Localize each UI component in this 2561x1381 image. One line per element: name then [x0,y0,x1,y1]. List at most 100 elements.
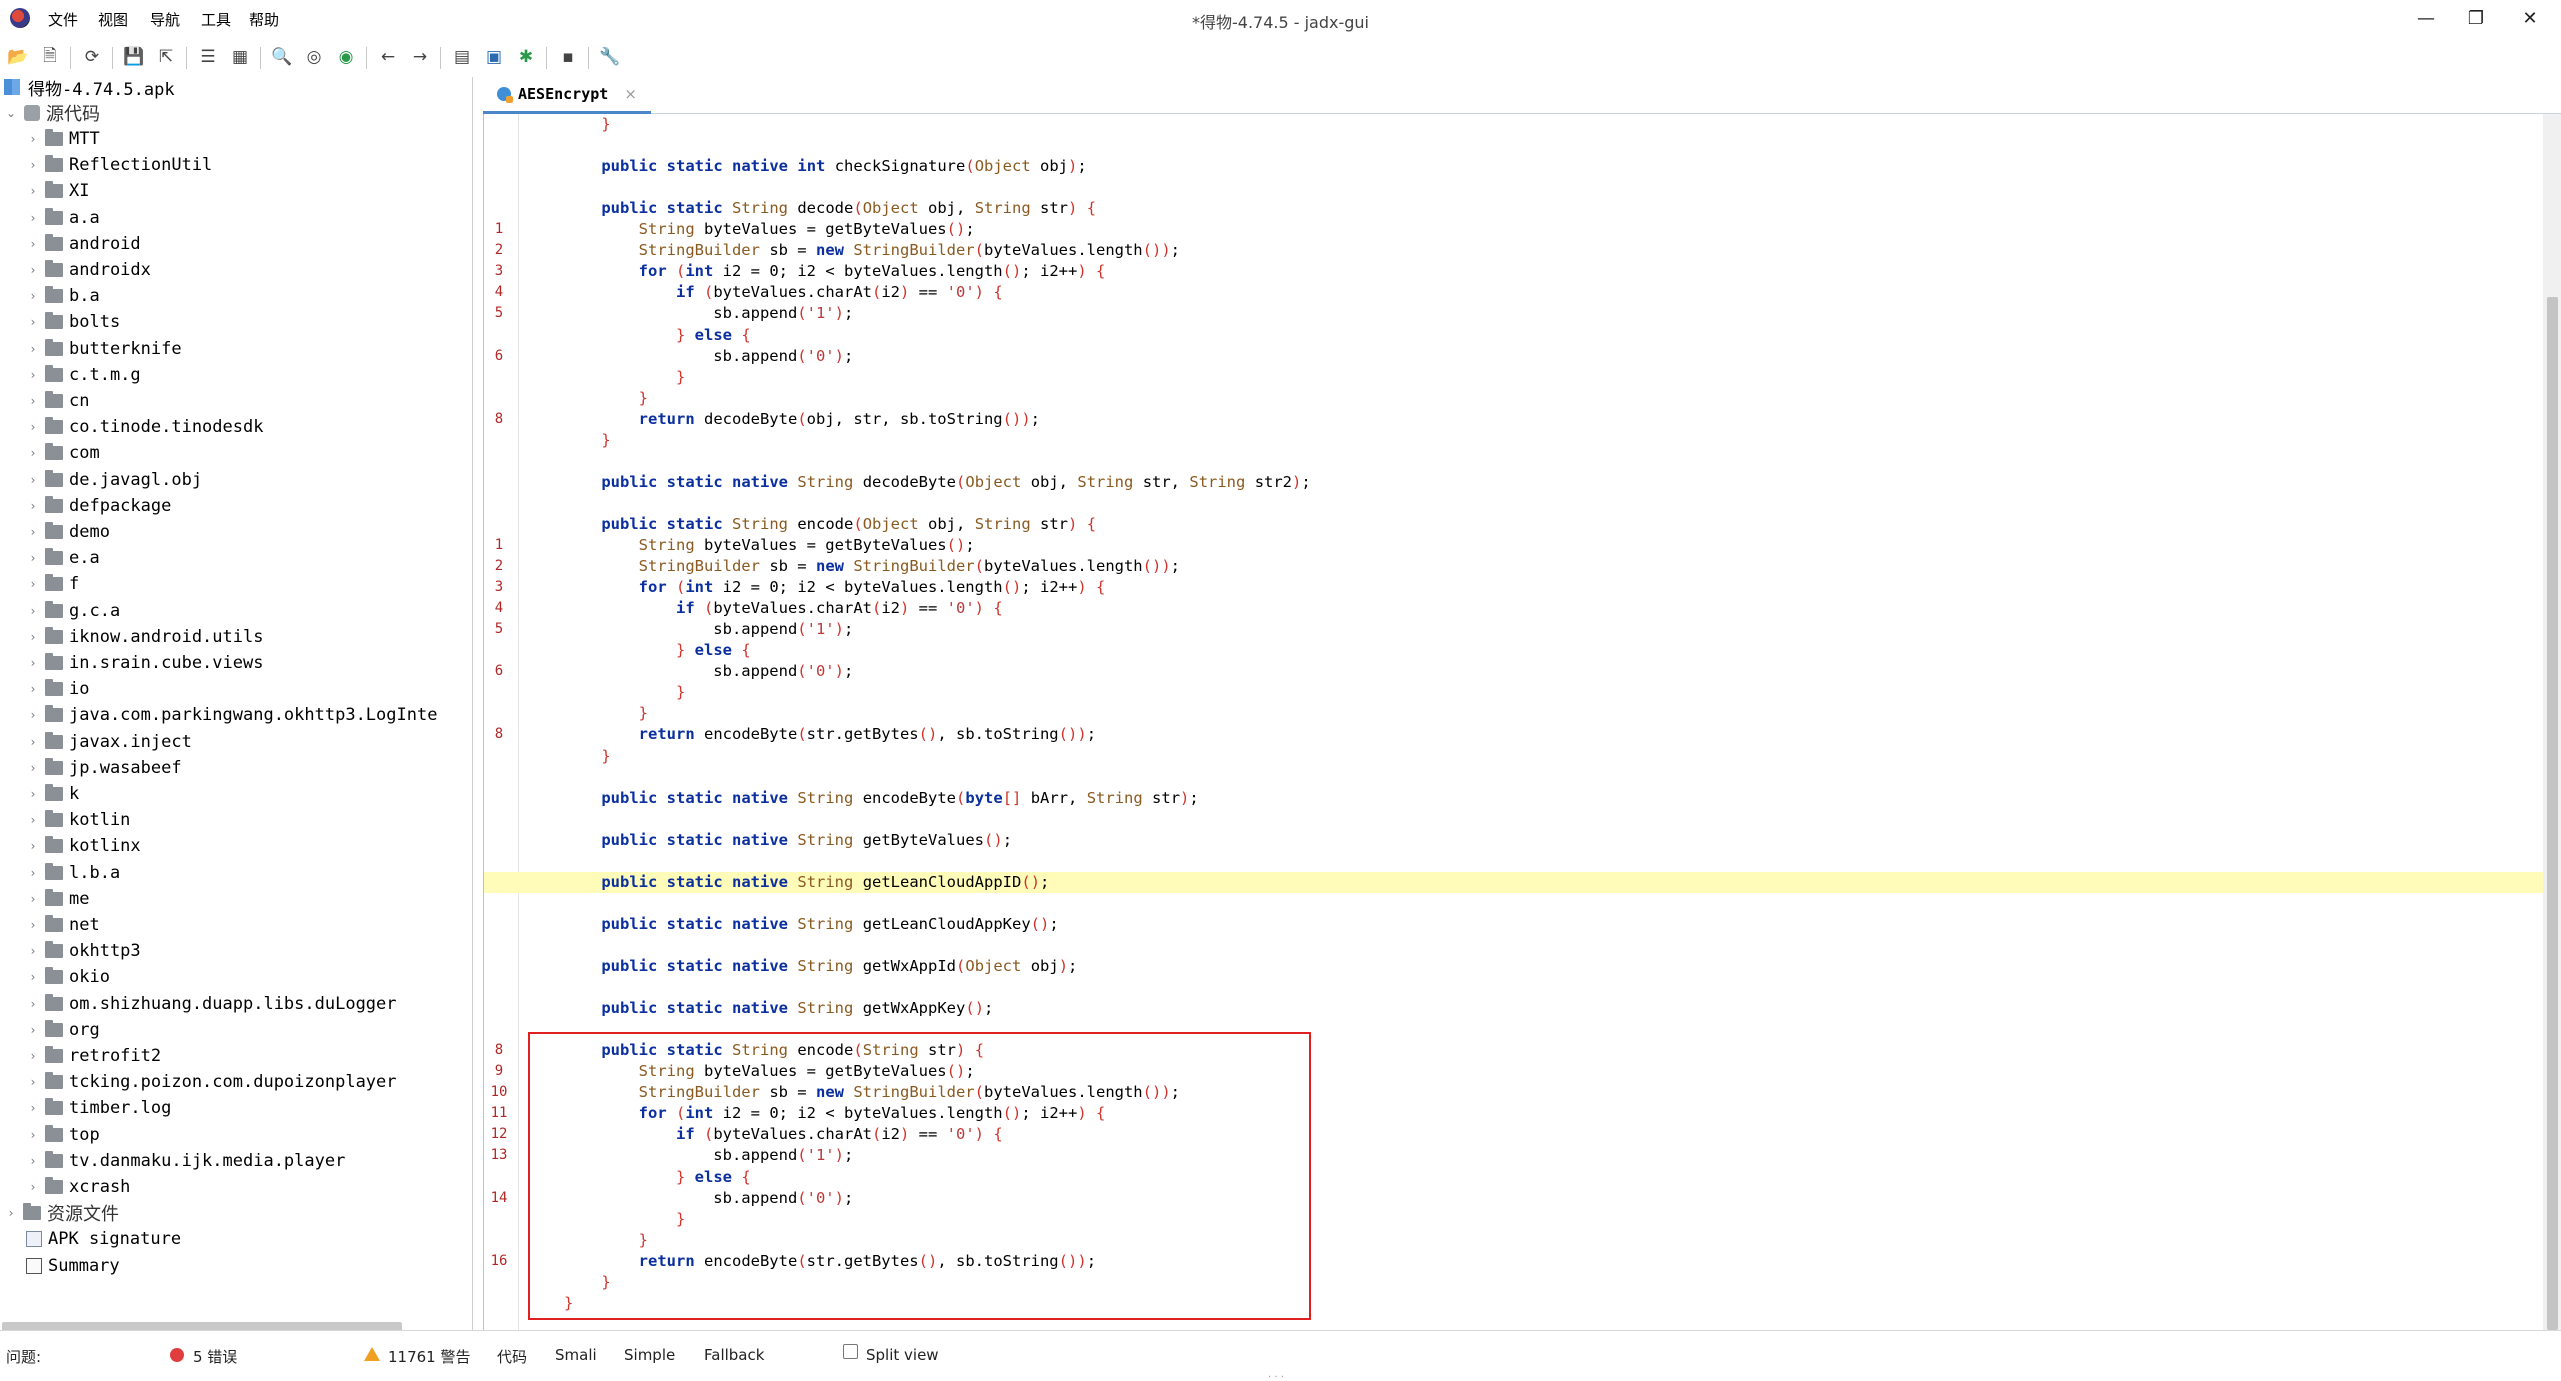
code-line[interactable]: } [484,1209,2543,1230]
chevron-down-icon[interactable]: ⌄ [4,106,18,120]
code-line[interactable]: 9 String byteValues = getByteValues(); [484,1061,2543,1082]
code-editor[interactable]: } public static native int checkSignatur… [483,114,2543,1330]
chevron-right-icon[interactable]: › [26,787,40,801]
tab-simple[interactable]: Simple [624,1346,675,1364]
menu-navigation[interactable]: 导航 [150,9,180,30]
tree-package-item[interactable]: › tcking.poizon.com.dupoizonplayer [26,1069,397,1095]
code-line[interactable] [484,1019,2543,1040]
tree-package-item[interactable]: › retrofit2 [26,1043,161,1069]
code-line[interactable] [484,809,2543,830]
code-line[interactable]: } [484,114,2543,135]
tree-package-item[interactable]: › kotlinx [26,833,141,859]
chevron-right-icon[interactable]: › [26,1023,40,1037]
code-line[interactable]: } else { [484,640,2543,661]
code-line[interactable]: } [484,682,2543,703]
chevron-right-icon[interactable]: › [26,368,40,382]
chevron-right-icon[interactable]: › [26,263,40,277]
tree-root-apk[interactable]: 得物-4.74.5.apk [4,77,175,100]
chevron-right-icon[interactable]: › [26,630,40,644]
chevron-right-icon[interactable]: › [26,420,40,434]
code-line[interactable]: 2 StringBuilder sb = new StringBuilder(b… [484,240,2543,261]
forward-icon[interactable]: → [408,45,432,69]
code-line[interactable]: } else { [484,325,2543,346]
split-view-checkbox[interactable] [843,1344,858,1359]
tree-sources[interactable]: ⌄ 源代码 [4,100,100,126]
code-line[interactable]: 16 return encodeByte(str.getBytes(), sb.… [484,1251,2543,1272]
chevron-right-icon[interactable]: › [26,289,40,303]
code-line[interactable]: public static native String decodeByte(O… [484,472,2543,493]
chevron-right-icon[interactable]: › [26,1049,40,1063]
chevron-right-icon[interactable]: › [26,944,40,958]
back-icon[interactable]: ← [376,45,400,69]
code-line[interactable]: } [484,1293,2543,1314]
code-line[interactable]: public static native int checkSignature(… [484,156,2543,177]
code-line[interactable]: 4 if (byteValues.charAt(i2) == '0') { [484,282,2543,303]
chevron-right-icon[interactable]: › [26,708,40,722]
code-line[interactable]: 2 StringBuilder sb = new StringBuilder(b… [484,556,2543,577]
tree-package-item[interactable]: › l.b.a [26,860,120,886]
code-line[interactable]: 1 String byteValues = getByteValues(); [484,219,2543,240]
code-line[interactable]: public static native String getWxAppKey(… [484,998,2543,1019]
tree-package-item[interactable]: › e.a [26,545,100,571]
code-line[interactable]: 8 return decodeByte(obj, str, sb.toStrin… [484,409,2543,430]
find-class-icon[interactable]: ◉ [334,45,358,69]
code-line[interactable]: } [484,367,2543,388]
code-line[interactable]: 8 return encodeByte(str.getBytes(), sb.t… [484,724,2543,745]
chevron-right-icon[interactable]: › [26,682,40,696]
code-line[interactable]: public static native String getLeanCloud… [484,871,2543,893]
code-line[interactable]: } [484,746,2543,767]
debug-icon[interactable]: ✱ [514,45,538,69]
chevron-right-icon[interactable]: › [26,315,40,329]
tree-package-item[interactable]: › f [26,571,79,597]
chevron-right-icon[interactable]: › [26,918,40,932]
menu-file[interactable]: 文件 [48,9,78,30]
code-line[interactable] [484,935,2543,956]
chevron-right-icon[interactable]: › [26,813,40,827]
tree-package-item[interactable]: › okio [26,964,110,990]
chevron-right-icon[interactable]: › [26,1154,40,1168]
tree-package-item[interactable]: › jp.wasabeef [26,755,182,781]
close-button[interactable]: ✕ [2500,0,2560,37]
code-line[interactable]: 11 for (int i2 = 0; i2 < byteValues.leng… [484,1103,2543,1124]
code-line[interactable] [484,135,2543,156]
code-line[interactable]: 13 sb.append('1'); [484,1145,2543,1166]
tree-package-item[interactable]: › com [26,440,100,466]
tree-package-item[interactable]: › javax.inject [26,729,192,755]
log-icon[interactable]: ▪ [556,45,580,69]
code-line[interactable]: 6 sb.append('0'); [484,661,2543,682]
chevron-right-icon[interactable]: › [26,970,40,984]
code-line[interactable]: 6 sb.append('0'); [484,346,2543,367]
chevron-right-icon[interactable]: › [26,761,40,775]
tree-package-item[interactable]: › XI [26,178,89,204]
search-icon[interactable]: 🔍 [270,45,294,69]
tree-package-item[interactable]: › androidx [26,257,151,283]
chevron-right-icon[interactable]: › [26,1128,40,1142]
code-line[interactable]: } else { [484,1167,2543,1188]
tree-package-item[interactable]: › timber.log [26,1095,171,1121]
code-line[interactable]: 4 if (byteValues.charAt(i2) == '0') { [484,598,2543,619]
code-line[interactable]: 12 if (byteValues.charAt(i2) == '0') { [484,1124,2543,1145]
code-line[interactable]: 14 sb.append('0'); [484,1188,2543,1209]
tab-fallback[interactable]: Fallback [704,1346,764,1364]
code-line[interactable]: public static native String getLeanCloud… [484,914,2543,935]
tree-package-item[interactable]: › c.t.m.g [26,362,141,388]
find-usage-icon[interactable]: ◎ [302,45,326,69]
decompile-icon[interactable]: ▤ [450,45,474,69]
tree-package-item[interactable]: › bolts [26,309,120,335]
tree-package-item[interactable]: › kotlin [26,807,130,833]
tree-package-item[interactable]: › k [26,781,79,807]
chevron-right-icon[interactable]: › [26,211,40,225]
resize-grip[interactable]: · · · [1268,1372,1284,1381]
tree-package-item[interactable]: › MTT [26,126,100,152]
tree-package-item[interactable]: › b.a [26,283,100,309]
maximize-button[interactable]: ❐ [2446,0,2506,37]
chevron-right-icon[interactable]: › [26,656,40,670]
code-line[interactable]: 5 sb.append('1'); [484,619,2543,640]
tree-package-item[interactable]: › xcrash [26,1174,130,1200]
chevron-right-icon[interactable]: › [26,839,40,853]
code-line[interactable]: public static native String getWxAppId(O… [484,956,2543,977]
sync-tree-icon[interactable]: ☰ [196,45,220,69]
chevron-right-icon[interactable]: › [26,499,40,513]
export-icon[interactable]: ⇱ [154,45,178,69]
chevron-right-icon[interactable]: › [26,997,40,1011]
